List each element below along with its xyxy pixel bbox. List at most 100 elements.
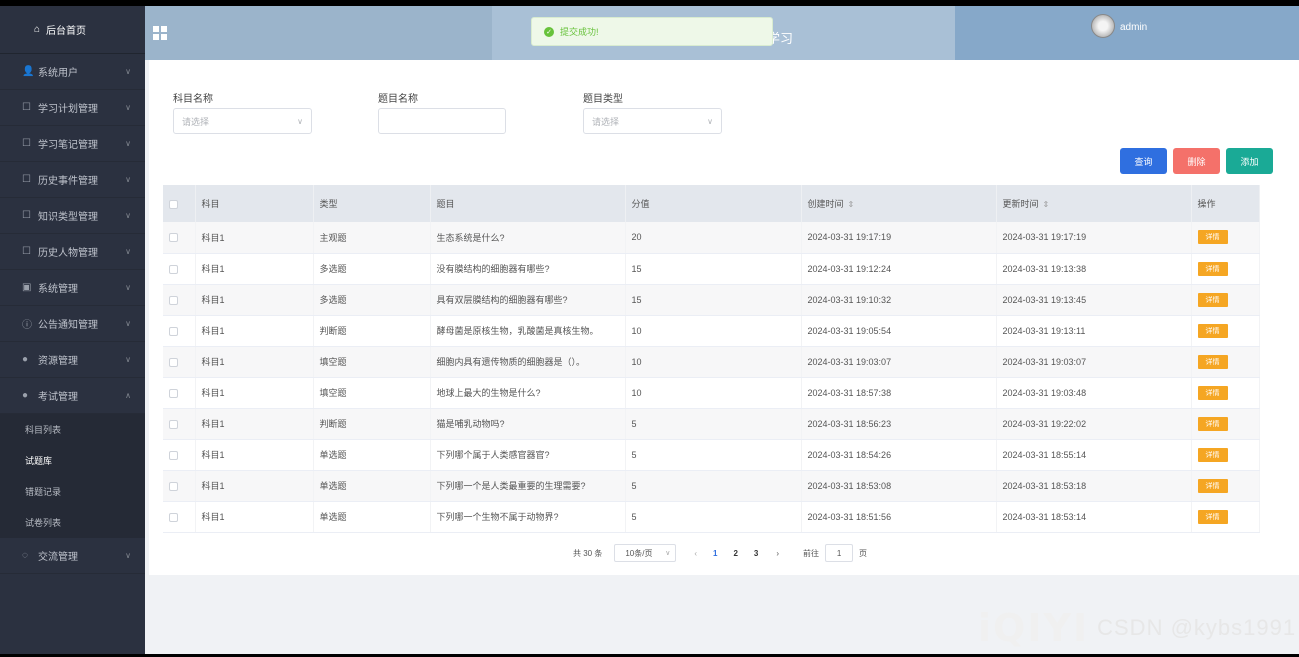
sidebar-item[interactable]: ☐ 历史人物管理 ∨ — [0, 234, 145, 270]
cell-created: 2024-03-31 18:57:38 — [801, 377, 997, 409]
page-3[interactable]: 3 — [754, 549, 758, 558]
cell-subject: 科目1 — [195, 315, 314, 347]
sidebar-item[interactable]: 👤 系统用户 ∨ — [0, 54, 145, 90]
detail-button[interactable]: 详情 — [1197, 416, 1228, 431]
row-checkbox[interactable] — [169, 419, 178, 429]
type-select[interactable]: 请选择 ∨ — [583, 108, 722, 134]
pagination: 共 30 条 10条/页 ∨ ‹ 1 2 3 › 前往 1 页 — [573, 544, 867, 562]
table-row: 科目1 主观题 生态系统是什么? 20 2024-03-31 19:17:19 2024-… — [163, 222, 1260, 254]
row-checkbox[interactable] — [169, 233, 178, 243]
sidebar-item-label: 历史事件管理 — [38, 176, 98, 187]
row-select-cell — [163, 346, 196, 378]
sidebar-item[interactable]: ◌ 交流管理 ∨ — [0, 538, 145, 574]
cell-type: 单选题 — [313, 501, 431, 533]
cell-updated: 2024-03-31 18:53:18 — [996, 470, 1192, 502]
subject-select[interactable]: 请选择 ∨ — [173, 108, 312, 134]
sidebar-subitem[interactable]: 试题库 — [0, 445, 145, 476]
query-button[interactable]: 查询 — [1120, 148, 1167, 174]
user-name[interactable]: admin — [1120, 22, 1147, 33]
sidebar-item-label: 学习笔记管理 — [38, 140, 98, 151]
detail-button[interactable]: 详情 — [1197, 354, 1228, 369]
page-1[interactable]: 1 — [713, 549, 717, 558]
edit-icon: ☐ — [22, 102, 31, 113]
cell-subject: 科目1 — [195, 501, 314, 533]
cell-type: 多选题 — [313, 284, 431, 316]
edit-icon: ☐ — [22, 174, 31, 185]
page-2[interactable]: 2 — [733, 549, 737, 558]
add-button[interactable]: 添加 — [1226, 148, 1273, 174]
sort-icon[interactable]: ⇕ — [1043, 200, 1050, 209]
row-select-cell — [163, 377, 196, 409]
delete-button[interactable]: 删除 — [1173, 148, 1220, 174]
cell-actions: 详情 — [1191, 315, 1260, 347]
col-updated[interactable]: 更新时间 ⇕ — [996, 185, 1192, 222]
detail-button[interactable]: 详情 — [1197, 509, 1228, 524]
row-checkbox[interactable] — [169, 512, 178, 522]
sidebar-subitem[interactable]: 错题记录 — [0, 476, 145, 507]
sidebar-item[interactable]: ▣ 系统管理 ∨ — [0, 270, 145, 306]
subject-filter-label: 科目名称 — [173, 94, 213, 105]
detail-button[interactable]: 详情 — [1197, 323, 1228, 338]
prev-page-icon[interactable]: ‹ — [694, 549, 697, 558]
cell-updated: 2024-03-31 19:13:45 — [996, 284, 1192, 316]
cell-type: 主观题 — [313, 222, 431, 254]
row-select-cell — [163, 253, 196, 285]
chat-icon: ◌ — [22, 550, 28, 561]
cell-actions: 详情 — [1191, 439, 1260, 471]
avatar[interactable] — [1091, 14, 1115, 38]
chevron-down-icon: ∨ — [125, 67, 131, 76]
sidebar-item[interactable]: ☐ 知识类型管理 ∨ — [0, 198, 145, 234]
table-row: 科目1 判断题 猫是哺乳动物吗? 5 2024-03-31 18:56:23 2024-0… — [163, 408, 1260, 440]
page-size-select[interactable]: 10条/页 ∨ — [614, 544, 677, 562]
sidebar-item[interactable]: ⓘ 公告通知管理 ∨ — [0, 306, 145, 342]
sidebar-home[interactable]: ⌂ 后台首页 — [0, 6, 145, 54]
row-checkbox[interactable] — [169, 357, 178, 367]
next-page-icon[interactable]: › — [776, 549, 779, 558]
cell-type: 单选题 — [313, 439, 431, 471]
cell-updated: 2024-03-31 18:55:14 — [996, 439, 1192, 471]
detail-button[interactable]: 详情 — [1197, 478, 1228, 493]
sidebar-item[interactable]: ● 考试管理 ∧ — [0, 378, 145, 414]
cell-subject: 科目1 — [195, 253, 314, 285]
select-all-checkbox[interactable] — [169, 199, 178, 209]
cell-updated: 2024-03-31 19:22:02 — [996, 408, 1192, 440]
row-checkbox[interactable] — [169, 481, 178, 491]
cell-actions: 详情 — [1191, 346, 1260, 378]
row-checkbox[interactable] — [169, 264, 178, 274]
sidebar-subitem[interactable]: 科目列表 — [0, 414, 145, 445]
row-checkbox[interactable] — [169, 388, 178, 398]
col-created-label: 创建时间 — [807, 199, 844, 209]
col-created[interactable]: 创建时间 ⇕ — [801, 185, 997, 222]
row-checkbox[interactable] — [169, 450, 178, 460]
cell-question: 没有膜结构的细胞器有哪些? — [430, 253, 626, 285]
sidebar-subitem[interactable]: 试卷列表 — [0, 507, 145, 538]
sidebar-item[interactable]: ☐ 历史事件管理 ∨ — [0, 162, 145, 198]
detail-button[interactable]: 详情 — [1197, 385, 1228, 400]
sort-icon[interactable]: ⇕ — [848, 200, 855, 209]
detail-button[interactable]: 详情 — [1197, 447, 1228, 462]
goto-label: 前往 — [803, 548, 820, 558]
row-checkbox[interactable] — [169, 326, 178, 336]
menu-grid-icon[interactable] — [153, 26, 167, 40]
type-select-placeholder: 请选择 — [592, 116, 620, 127]
sidebar-item[interactable]: ☐ 学习笔记管理 ∨ — [0, 126, 145, 162]
cell-created: 2024-03-31 19:10:32 — [801, 284, 997, 316]
detail-button[interactable]: 详情 — [1197, 230, 1228, 245]
cell-question: 细胞内具有遗传物质的细胞器是（）。 — [430, 346, 626, 378]
cell-created: 2024-03-31 18:53:08 — [801, 470, 997, 502]
home-icon: ⌂ — [34, 24, 41, 35]
cell-question: 酵母菌是原核生物，乳酸菌是真核生物。 — [430, 315, 626, 347]
table-row: 科目1 单选题 下列哪一个生物不属于动物界? 5 2024-03-31 18:51:56… — [163, 501, 1260, 533]
sidebar-item[interactable]: ☐ 学习计划管理 ∨ — [0, 90, 145, 126]
check-icon: ✓ — [544, 26, 554, 37]
cell-updated: 2024-03-31 18:53:14 — [996, 501, 1192, 533]
chevron-down-icon: ∨ — [125, 551, 131, 560]
question-input[interactable] — [378, 108, 506, 134]
main-content: 科目名称 请选择 ∨ 题目名称 题目类型 请选择 ∨ 查询 删除 添加 科目 类… — [149, 60, 1299, 575]
row-checkbox[interactable] — [169, 295, 178, 305]
sidebar-item[interactable]: ● 资源管理 ∨ — [0, 342, 145, 378]
row-select-cell — [163, 284, 196, 316]
goto-page-input[interactable]: 1 — [825, 544, 854, 562]
detail-button[interactable]: 详情 — [1197, 261, 1228, 276]
detail-button[interactable]: 详情 — [1197, 292, 1228, 307]
